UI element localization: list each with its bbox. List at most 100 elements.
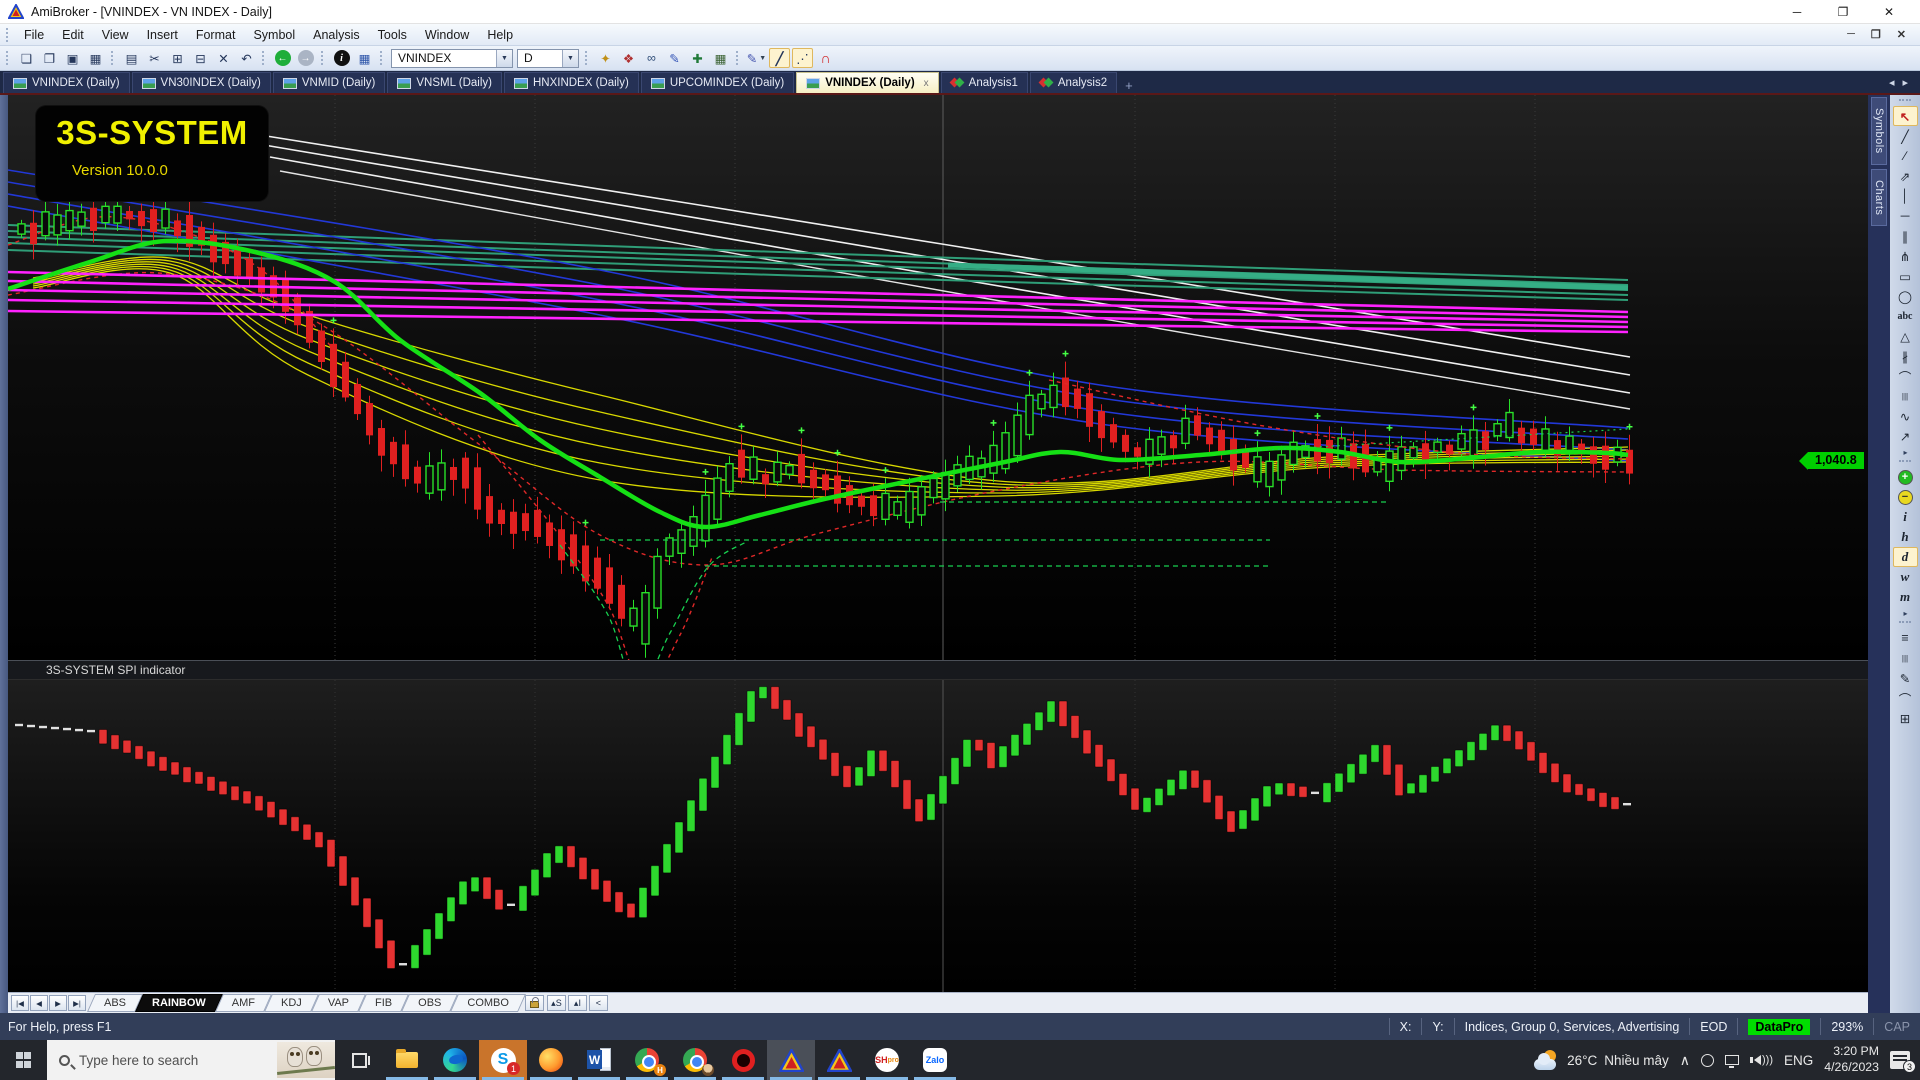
sheet-tab-fib[interactable]: FIB: [362, 994, 405, 1012]
new-file-icon[interactable]: ❏: [16, 48, 37, 68]
line-tool-icon[interactable]: ╱: [769, 48, 790, 68]
price-chart[interactable]: [8, 95, 1868, 660]
zoom-in-button[interactable]: +: [1893, 467, 1918, 487]
sheet-nav-0[interactable]: |◀: [11, 995, 29, 1011]
sheet-button-1[interactable]: ▴I: [567, 995, 587, 1011]
menu-symbol[interactable]: Symbol: [244, 26, 304, 44]
chrome-profile-icon[interactable]: [671, 1040, 719, 1080]
tab-charts[interactable]: Charts: [1871, 168, 1887, 227]
symbol-info-icon[interactable]: i: [331, 48, 352, 68]
chart-window-icon[interactable]: ▦: [354, 48, 375, 68]
zoom-out-button[interactable]: −: [1893, 487, 1918, 507]
chart-tab-vnindex-daily-[interactable]: VNINDEX (Daily) x: [796, 72, 939, 93]
chart-tab-vn30index-daily-[interactable]: VN30INDEX (Daily): [131, 72, 271, 93]
clock[interactable]: 3:20 PM 4/26/2023: [1824, 1044, 1879, 1076]
file-explorer-icon[interactable]: [383, 1040, 431, 1080]
chevron-down-icon[interactable]: ▼: [562, 49, 578, 67]
sheet-tab-abs[interactable]: ABS: [91, 994, 139, 1012]
sheet-tab-vap[interactable]: VAP: [315, 994, 362, 1012]
explorer-icon[interactable]: ❖: [618, 48, 639, 68]
print-icon[interactable]: ▤: [121, 48, 142, 68]
interval-w-button[interactable]: w: [1893, 567, 1918, 587]
menu-view[interactable]: View: [93, 26, 138, 44]
sheet-tab-obs[interactable]: OBS: [405, 994, 454, 1012]
pencil-tool-icon[interactable]: ✎ ▼: [746, 48, 767, 68]
tray-chevron-up-icon[interactable]: ∧: [1680, 1052, 1690, 1069]
spi-indicator-chart[interactable]: [8, 680, 1868, 992]
ellipse-tool[interactable]: ◯: [1893, 286, 1918, 306]
tray-app-icon[interactable]: [1701, 1053, 1715, 1067]
lock-icon[interactable]: [524, 995, 544, 1011]
shpro-icon[interactable]: SH pro: [863, 1040, 911, 1080]
amibroker-active-icon[interactable]: [767, 1040, 815, 1080]
chrome-work-icon[interactable]: H: [623, 1040, 671, 1080]
horizontal-line-tool[interactable]: ─: [1893, 206, 1918, 226]
task-view-icon[interactable]: [335, 1040, 383, 1080]
network-icon[interactable]: [1725, 1055, 1740, 1068]
fib-arcs-icon[interactable]: ⌒: [1893, 688, 1918, 708]
sheet-nav-1[interactable]: ◀: [30, 995, 48, 1011]
mdi-close-button[interactable]: ✕: [1897, 28, 1906, 41]
interval-combo[interactable]: D ▼: [517, 48, 579, 68]
float-tab-icon[interactable]: +: [1119, 78, 1139, 93]
close-button[interactable]: ✕: [1866, 1, 1912, 23]
magnet-tool-icon[interactable]: ∩: [815, 48, 836, 68]
tab-scroll-left-icon[interactable]: ◂: [1889, 76, 1895, 89]
skype-icon[interactable]: S1: [479, 1040, 527, 1080]
mdi-restore-button[interactable]: ❐: [1871, 28, 1881, 41]
language-indicator[interactable]: ENG: [1784, 1053, 1813, 1068]
zalo-icon[interactable]: Zalo: [911, 1040, 959, 1080]
save-database-icon[interactable]: ▦: [85, 48, 106, 68]
opera-icon[interactable]: [719, 1040, 767, 1080]
chart-tab-upcomindex-daily-[interactable]: UPCOMINDEX (Daily): [640, 72, 795, 93]
dotted-line-tool-icon[interactable]: ⋰: [792, 48, 813, 68]
delete-icon[interactable]: ✕: [213, 48, 234, 68]
arrow-tool[interactable]: ↗: [1893, 426, 1918, 446]
formula-editor-icon[interactable]: ✎: [664, 48, 685, 68]
menu-window[interactable]: Window: [416, 26, 478, 44]
search-input[interactable]: Type here to search: [47, 1040, 335, 1080]
sheet-tab-kdj[interactable]: KDJ: [268, 994, 315, 1012]
firefox-icon[interactable]: [527, 1040, 575, 1080]
interval-h-button[interactable]: h: [1893, 527, 1918, 547]
copy-icon[interactable]: ⊞: [167, 48, 188, 68]
interval-i-button[interactable]: i: [1893, 507, 1918, 527]
pointer-tool[interactable]: ↖: [1892, 106, 1918, 126]
ray-tool[interactable]: ∕: [1893, 146, 1918, 166]
chart-tab-vnsml-daily-[interactable]: VNSML (Daily): [387, 72, 502, 93]
report-icon[interactable]: ▦: [710, 48, 731, 68]
sheet-tab-combo[interactable]: COMBO: [454, 994, 522, 1012]
back-button[interactable]: ←: [272, 48, 293, 68]
save-icon[interactable]: ▣: [62, 48, 83, 68]
scan-icon[interactable]: ✚: [687, 48, 708, 68]
amibroker-icon[interactable]: [815, 1040, 863, 1080]
weather-widget[interactable]: 26°C Nhiều mây: [1534, 1050, 1669, 1070]
chart-tab-analysis2[interactable]: Analysis2: [1029, 72, 1118, 93]
interval-m-button[interactable]: m: [1893, 587, 1918, 607]
parallel-lines-tool[interactable]: ∥: [1893, 226, 1918, 246]
trendline-tool[interactable]: ╱: [1893, 126, 1918, 146]
forward-button[interactable]: →: [295, 48, 316, 68]
grid-icon[interactable]: ⊞: [1893, 708, 1918, 728]
menu-edit[interactable]: Edit: [53, 26, 93, 44]
triangle-tool[interactable]: △: [1893, 326, 1918, 346]
symbol-combo[interactable]: VNINDEX ▼: [391, 48, 513, 68]
toolbar-overflow-icon[interactable]: ▸: [1895, 446, 1920, 458]
search-highlight-image[interactable]: [277, 1042, 335, 1078]
menu-analysis[interactable]: Analysis: [304, 26, 369, 44]
channel-tool[interactable]: ∦: [1893, 346, 1918, 366]
volume-icon[interactable]: ))): [1750, 1054, 1773, 1066]
chart-tab-vnindex-daily-[interactable]: VNINDEX (Daily): [3, 72, 130, 93]
mdi-minimize-button[interactable]: ─: [1847, 28, 1855, 41]
sheet-nav-2[interactable]: ▶: [49, 995, 67, 1011]
text-tool[interactable]: abc: [1893, 306, 1918, 326]
chart-tab-vnmid-daily-[interactable]: VNMID (Daily): [272, 72, 386, 93]
arc-tool[interactable]: ⌒: [1893, 366, 1918, 386]
sheet-tab-rainbow[interactable]: RAINBOW: [139, 994, 219, 1012]
restore-button[interactable]: ❐: [1820, 1, 1866, 23]
menu-tools[interactable]: Tools: [369, 26, 416, 44]
open-file-icon[interactable]: ❐: [39, 48, 60, 68]
tab-symbols[interactable]: Symbols: [1871, 97, 1887, 165]
menu-format[interactable]: Format: [187, 26, 245, 44]
tab-scroll-right-icon[interactable]: ▸: [1902, 76, 1908, 89]
